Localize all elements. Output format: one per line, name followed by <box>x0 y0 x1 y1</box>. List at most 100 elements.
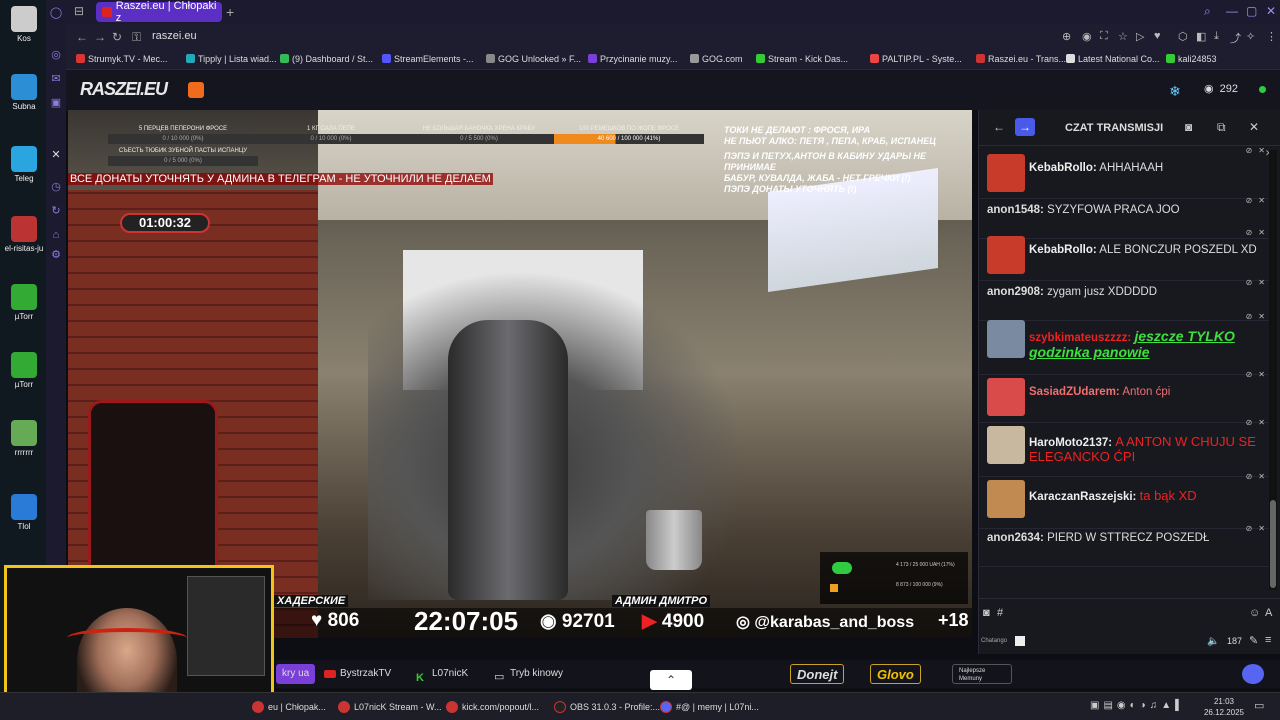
glovo-button[interactable]: Glovo <box>870 664 921 684</box>
bookmark-item[interactable]: kali24853 <box>1166 54 1217 64</box>
desktop-icon[interactable]: el-risitas-ju <box>4 216 44 253</box>
clock-icon[interactable]: ◷ <box>49 180 63 194</box>
stream-button-kryua[interactable]: kry ua <box>276 664 316 684</box>
taskbar-item[interactable]: #@ | memy | L07ni... <box>658 696 759 718</box>
hide-icon[interactable]: ⊘ <box>1246 370 1259 379</box>
settings-icon[interactable]: ⚙ <box>49 248 63 262</box>
share-icon[interactable]: ⤴ <box>1230 30 1241 46</box>
search-icon[interactable]: ⌕ <box>1204 4 1211 19</box>
hide-icon[interactable]: ⊘ <box>1246 196 1259 205</box>
tray-icons[interactable]: ▣▤◉◐◑♫▲▌ <box>1090 700 1186 711</box>
sidebar-icon[interactable]: ◧ <box>1196 30 1206 43</box>
desktop-icon[interactable]: Tlol <box>4 494 44 531</box>
hide-icon[interactable]: ⊘ <box>1246 418 1259 427</box>
message-tools[interactable]: ⊘✕ <box>1246 312 1271 321</box>
system-clock[interactable]: 21:03 26.12.2025 <box>1204 696 1244 718</box>
chat-username[interactable]: KebabRollo: <box>1029 244 1097 256</box>
chat-close-icon[interactable]: ✕ <box>1249 120 1259 134</box>
bookmark-item[interactable]: Przycinanie muzy... <box>588 54 677 64</box>
minimize-icon[interactable]: — <box>1226 4 1238 18</box>
chat-settings-icon[interactable]: ✎ <box>1249 634 1258 647</box>
message-tools[interactable]: ⊘✕ <box>1246 524 1271 533</box>
download-icon[interactable]: ⤓ <box>1214 30 1219 43</box>
chat-scrollbar[interactable] <box>1269 150 1277 590</box>
camera-icon[interactable]: ◙ <box>983 607 990 619</box>
chat-username[interactable]: anon1548: <box>987 204 1044 216</box>
menu-icon[interactable]: ⋮ <box>1266 30 1277 43</box>
discord-icon[interactable]: ◙ <box>1185 120 1192 134</box>
bookmark-item[interactable]: Strumyk.TV - Mec... <box>76 54 168 64</box>
discord-icon[interactable] <box>1242 664 1264 684</box>
chat-message-input[interactable] <box>1009 603 1241 625</box>
chat-forward-button[interactable]: → <box>1015 118 1035 136</box>
l07nick-label[interactable]: L07nicK <box>432 668 468 679</box>
browser-logo-icon[interactable]: ◯ <box>49 6 63 20</box>
active-tab[interactable]: Raszei.eu | Chłopaki z <box>96 0 222 24</box>
bookmark-item[interactable]: StreamElements -... <box>382 54 474 64</box>
message-tools[interactable]: ⊘✕ <box>1246 418 1271 427</box>
history-icon[interactable]: ↻ <box>49 204 63 218</box>
hide-icon[interactable]: ⊘ <box>1246 524 1259 533</box>
message-tools[interactable]: ⊘✕ <box>1246 196 1271 205</box>
heart-icon[interactable]: ♥ <box>1154 30 1161 42</box>
bookmark-item[interactable]: GOG.com <box>690 54 743 64</box>
desktop-icon[interactable]: Teleg <box>4 146 44 183</box>
notification-icon[interactable]: ▭ <box>1254 699 1264 712</box>
bookmark-item[interactable]: Tipply | Lista wiad... <box>186 54 277 64</box>
new-tab-icon[interactable]: + <box>226 4 234 20</box>
chat-back-icon[interactable]: ← <box>993 120 1005 134</box>
ai-icon[interactable]: ✧ <box>1246 30 1255 43</box>
bookmark-icon[interactable]: ☆ <box>1118 30 1128 43</box>
chat-username[interactable]: SasiadZUdarem: <box>1029 386 1120 398</box>
chat-username[interactable]: KaraczanRaszejski: <box>1029 491 1136 503</box>
bystrzak-label[interactable]: BystrzakTV <box>340 668 391 679</box>
chat-username[interactable]: HaroMoto2137: <box>1029 437 1112 449</box>
shop-icon[interactable]: ⌂ <box>49 228 63 242</box>
lock-icon[interactable]: ⚿ <box>132 30 141 45</box>
taskbar-item[interactable]: OBS 31.0.3 - Profile:... <box>552 696 660 718</box>
tabs-menu-icon[interactable]: ⊟ <box>74 4 84 18</box>
bookmark-item[interactable]: GOG Unlocked » F... <box>486 54 581 64</box>
chat-scroll-thumb[interactable] <box>1270 500 1276 588</box>
hide-icon[interactable]: ⊘ <box>1246 312 1259 321</box>
scroll-up-button[interactable]: ⌃ <box>650 670 692 690</box>
maximize-icon[interactable]: ▢ <box>1246 4 1257 18</box>
extension-icon[interactable]: ◎ <box>49 48 63 62</box>
chat-username[interactable]: anon2634: <box>987 532 1044 544</box>
desktop-icon[interactable]: Kos <box>4 6 44 43</box>
hide-icon[interactable]: ⊘ <box>1246 146 1259 155</box>
chat-menu-icon[interactable]: ≡ <box>1265 634 1271 646</box>
bookmark-item[interactable]: (9) Dashboard / St... <box>280 54 373 64</box>
taskbar-item[interactable]: kick.com/popout/l... <box>444 696 539 718</box>
message-tools[interactable]: ⊘✕ <box>1246 228 1271 237</box>
desktop-icon[interactable]: rrrrrrr <box>4 420 44 457</box>
extensions-icon[interactable]: ⬡ <box>1178 30 1188 43</box>
bookmark-item[interactable]: Latest National Co... <box>1066 54 1160 64</box>
mute-icon[interactable]: 🔈 <box>1207 636 1219 647</box>
reload-icon[interactable]: ↻ <box>112 30 122 44</box>
chat-username[interactable]: anon2908: <box>987 286 1044 298</box>
desktop-icon[interactable]: µTorr <box>4 352 44 389</box>
play-icon[interactable]: ▷ <box>1136 30 1144 43</box>
url-field[interactable]: raszei.eu <box>152 30 197 42</box>
messenger-icon[interactable]: ✉ <box>49 72 63 86</box>
stream-video[interactable]: 5 ПЕРЦЕВ ПЕПЕРОНИ ФРОСЕ 0 / 10 000 (0%) 1 … <box>68 110 972 638</box>
font-icon[interactable]: A <box>1265 607 1272 619</box>
theater-label[interactable]: Tryb kinowy <box>510 668 563 679</box>
bookmark-item[interactable]: Stream - Kick Das... <box>756 54 848 64</box>
memy-button[interactable]: Najlepsze Memuny <box>952 664 1012 684</box>
forward-icon[interactable]: → <box>94 30 106 44</box>
taskbar-item[interactable]: eu | Chłopak... <box>250 696 326 718</box>
close-icon[interactable]: ✕ <box>1266 4 1276 18</box>
site-logo[interactable]: RASZEI.EU <box>80 79 168 100</box>
bookmark-item[interactable]: PALTIP.PL - Syste... <box>870 54 962 64</box>
chat-username[interactable]: szybkimateuszzzz: <box>1029 332 1131 344</box>
camera-icon[interactable]: ◉ <box>1082 30 1092 43</box>
popout-icon[interactable]: ⧉ <box>1217 120 1226 135</box>
emoji-icon[interactable]: ☺ <box>1249 607 1260 619</box>
desktop-icon[interactable]: Subna <box>4 74 44 111</box>
desktop-icon[interactable]: µTorr <box>4 284 44 321</box>
player-icon[interactable]: ▣ <box>49 96 63 110</box>
message-tools[interactable]: ⊘✕ <box>1246 370 1271 379</box>
message-tools[interactable]: ⊘✕ <box>1246 278 1271 287</box>
